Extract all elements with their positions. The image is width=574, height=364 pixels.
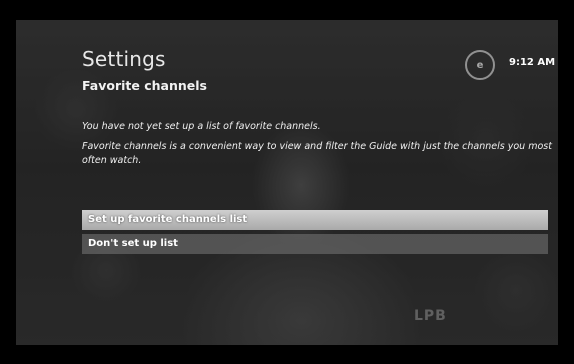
options-menu: Set up favorite channels list Don't set …: [82, 210, 548, 258]
station-watermark: LPB: [414, 308, 447, 324]
logo-text: e: [476, 59, 484, 71]
channel-logo-icon: e: [465, 50, 495, 80]
tv-screen: Settings Favorite channels e 9:12 AM You…: [16, 20, 558, 345]
dont-setup-button[interactable]: Don't set up list: [82, 234, 548, 254]
setup-favorites-button[interactable]: Set up favorite channels list: [82, 210, 548, 230]
page-subtitle: Favorite channels: [82, 78, 207, 93]
page-title: Settings: [82, 47, 166, 71]
status-message: You have not yet set up a list of favori…: [82, 121, 321, 132]
clock: 9:12 AM: [509, 57, 556, 68]
description-message: Favorite channels is a convenient way to…: [82, 141, 552, 166]
